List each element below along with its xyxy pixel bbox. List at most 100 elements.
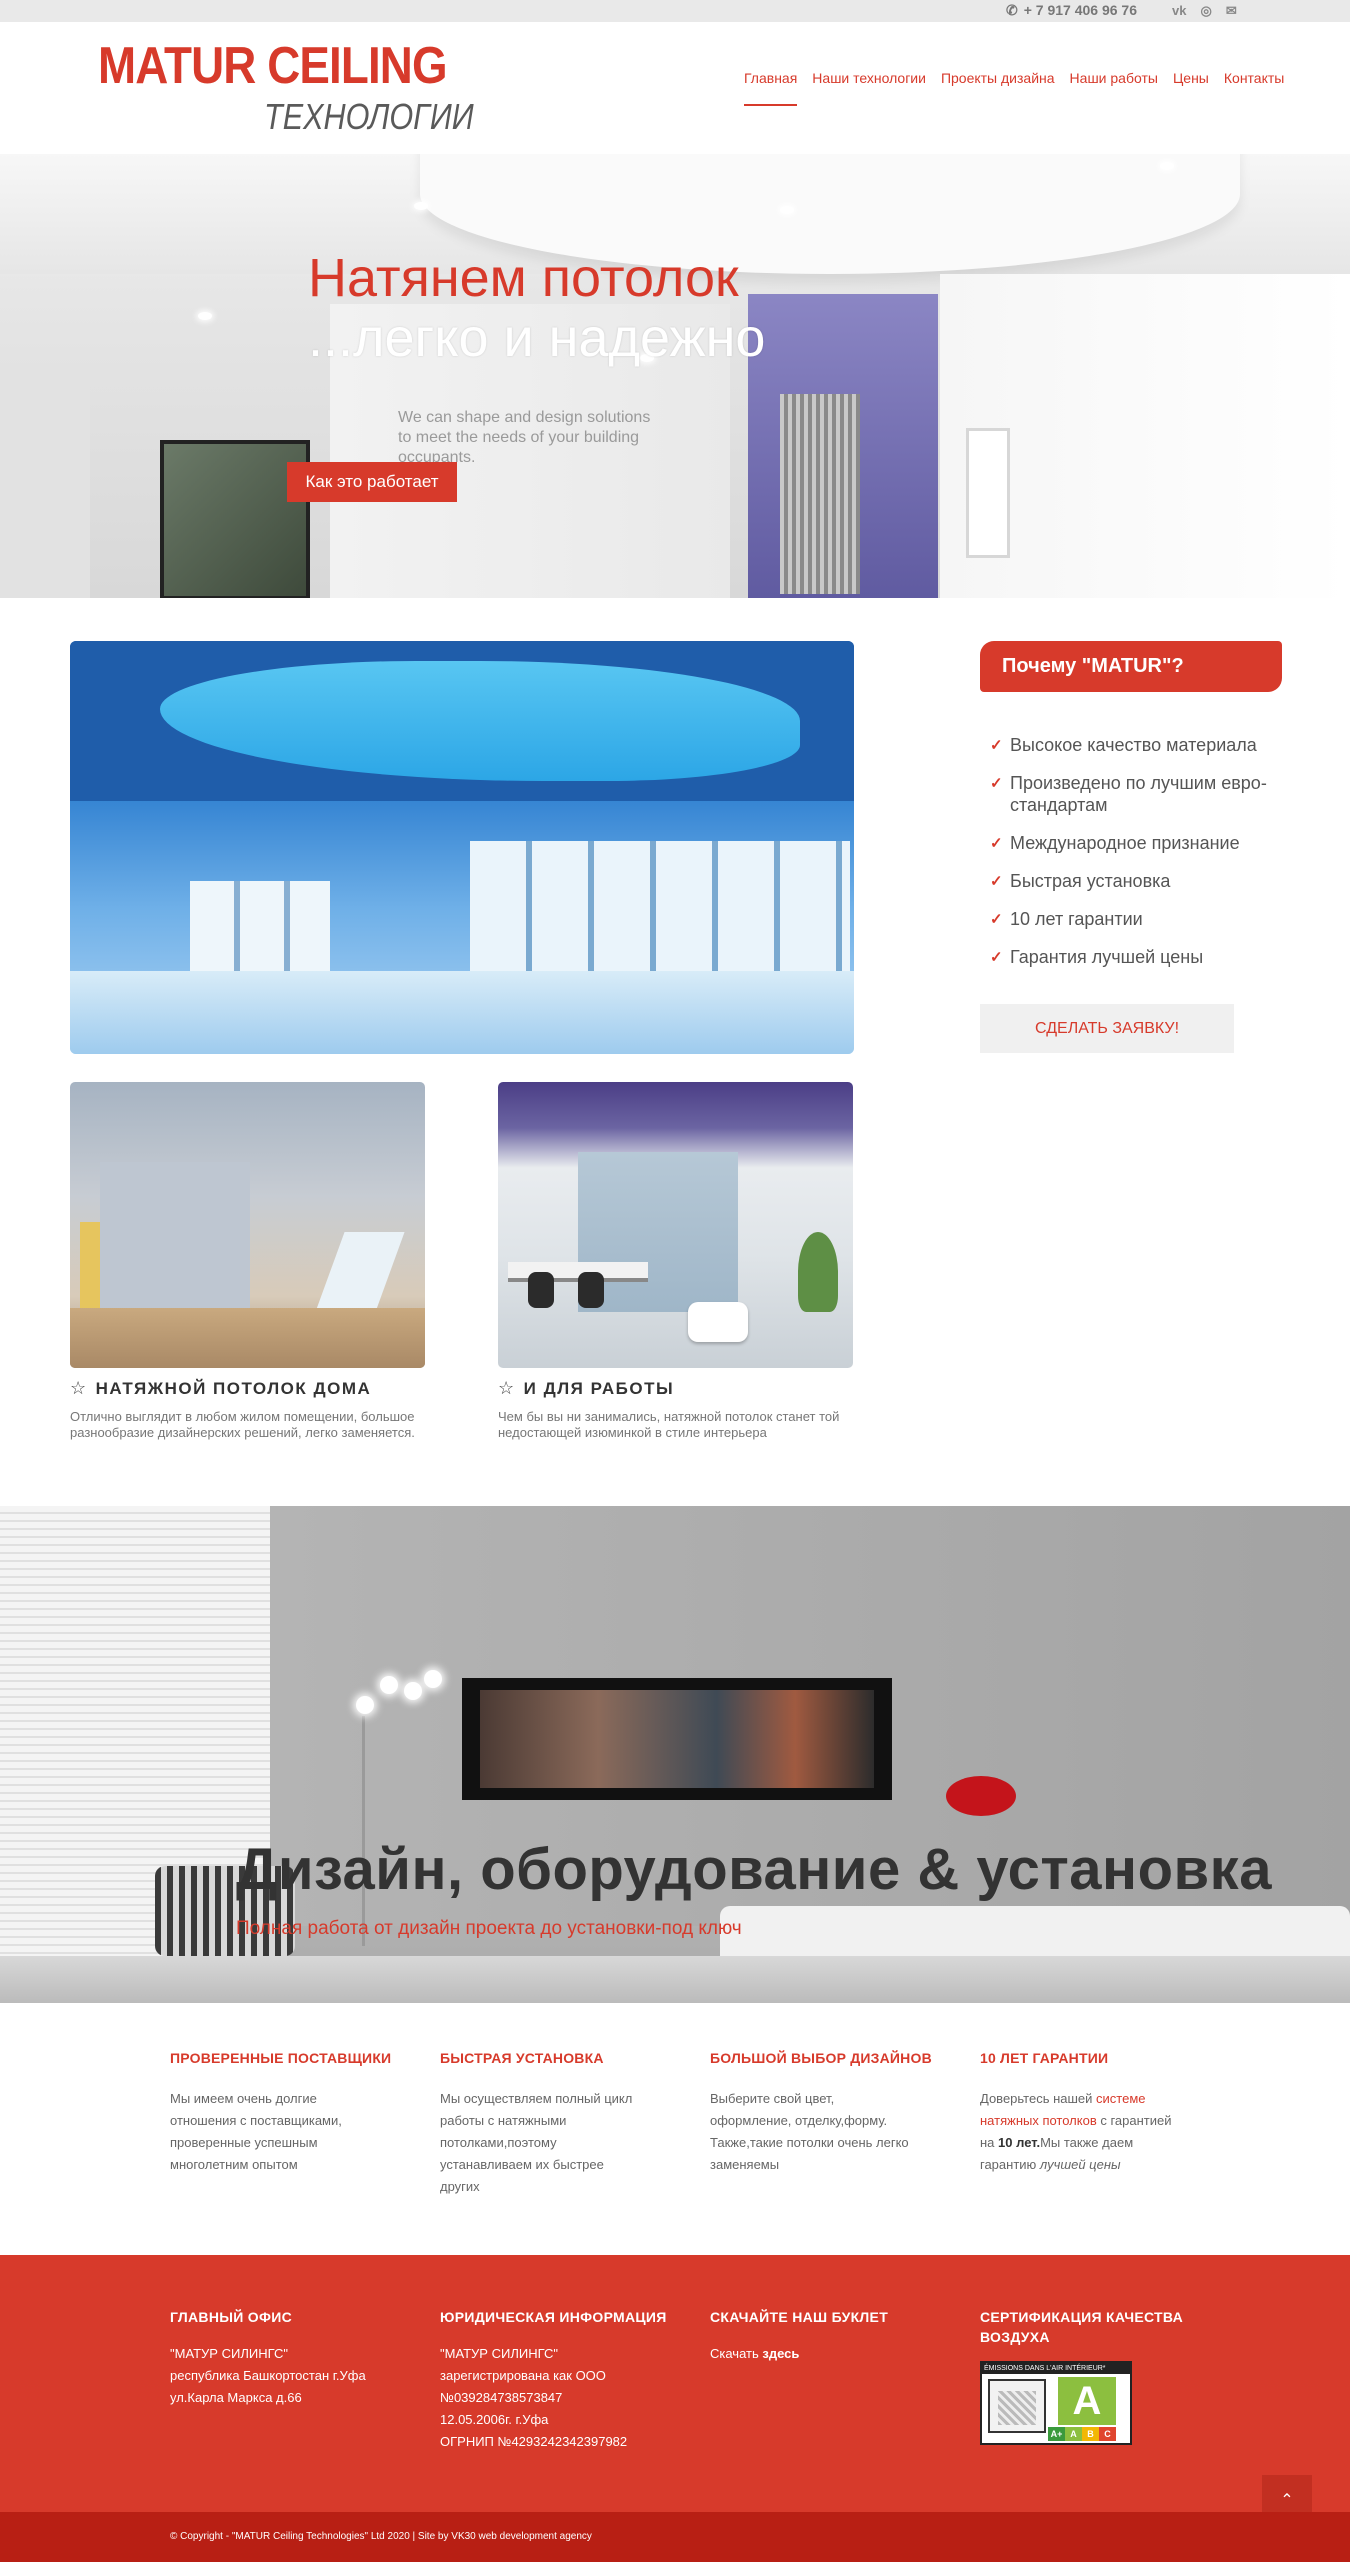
download-booklet-link[interactable]: здесь xyxy=(762,2346,799,2361)
phone-text: + 7 917 406 96 76 xyxy=(1023,2,1138,18)
instagram-icon[interactable]: ◎ xyxy=(1200,3,1211,19)
card-title[interactable]: ☆ И ДЛЯ РАБОТЫ xyxy=(498,1378,853,1399)
image-niche xyxy=(80,1222,100,1312)
chevron-up-icon: ⌃ xyxy=(1280,2492,1294,2509)
footer-line: зарегистрирована как ООО xyxy=(440,2368,606,2383)
feature-text-italic: лучшей цены xyxy=(1039,2157,1121,2172)
feature-warranty: 10 ЛЕТ ГАРАНТИИ Доверьтесь нашей системе… xyxy=(980,2050,1180,2176)
feature-text-bold: 10 лет. xyxy=(998,2135,1041,2150)
banner-painting-canvas xyxy=(480,1690,874,1788)
order-button[interactable]: СДЕЛАТЬ ЗАЯВКУ! xyxy=(980,1004,1234,1053)
image-seat xyxy=(688,1302,748,1342)
image-skylight xyxy=(315,1232,405,1312)
card-title-text: И ДЛЯ РАБОТЫ xyxy=(523,1378,675,1398)
nav-item-our-works[interactable]: Наши работы xyxy=(1070,70,1158,106)
hero-lamp xyxy=(414,202,428,210)
office-interior-image[interactable] xyxy=(498,1082,853,1368)
list-item: ✓ Международное признание xyxy=(990,832,1290,854)
hero-lamp xyxy=(198,312,212,320)
list-item: ✓ 10 лет гарантии xyxy=(990,908,1290,930)
footer-line: 12.05.2006г. г.Уфа xyxy=(440,2412,549,2427)
card-title[interactable]: ☆ НАТЯЖНОЙ ПОТОЛОК ДОМА xyxy=(70,1378,425,1399)
card-description: Чем бы вы ни занимались, натяжной потоло… xyxy=(498,1409,840,1440)
list-item: ✓ Гарантия лучшей цены xyxy=(990,946,1290,968)
footer-booklet: СКАЧАЙТЕ НАШ БУКЛЕТ Скачать здесь xyxy=(710,2307,946,2365)
badge-scale-item: A xyxy=(1065,2427,1082,2441)
check-icon: ✓ xyxy=(990,911,1003,928)
pool-ceiling-image xyxy=(70,641,854,1054)
banner-painting xyxy=(462,1678,892,1800)
footer-heading: ГЛАВНЫЙ ОФИС xyxy=(170,2309,293,2325)
site-footer: ГЛАВНЫЙ ОФИС "МАТУР СИЛИНГС" республика … xyxy=(0,2255,1350,2512)
nav-item-prices[interactable]: Цены xyxy=(1173,70,1209,106)
list-item-text: Гарантия лучшей цены xyxy=(1010,947,1204,967)
hero-radiator xyxy=(780,394,860,594)
feature-text: Мы осуществляем полный цикл работы с нат… xyxy=(440,2091,633,2194)
site-header: MATUR CEILING ТЕХНОЛОГИИ Главная Наши те… xyxy=(0,22,1350,154)
feature-suppliers: ПРОВЕРЕННЫЕ ПОСТАВЩИКИ Мы имеем очень до… xyxy=(170,2050,392,2176)
list-item-text: Произведено по лучшим евро-стандартам xyxy=(1010,773,1267,815)
hero-glass-text-line: We can shape and design solutions xyxy=(398,409,651,426)
badge-scale-item: A+ xyxy=(1048,2427,1065,2441)
image-wall xyxy=(100,1162,250,1322)
phone-icon: ✆ xyxy=(1006,2,1018,18)
hero-glass-text-line: to meet the needs of your building xyxy=(398,429,640,446)
footer-heading: СЕРТИФИКАЦИЯ КАЧЕСТВА ВОЗДУХА xyxy=(980,2309,1184,2345)
footer-heading: ЮРИДИЧЕСКАЯ ИНФОРМАЦИЯ xyxy=(440,2309,667,2325)
footer-line: №039284738573847 xyxy=(440,2390,563,2405)
hero-slider: We can shape and design solutions to mee… xyxy=(0,154,1350,598)
feature-title: ПРОВЕРЕННЫЕ ПОСТАВЩИКИ xyxy=(170,2050,392,2066)
hero-lamp xyxy=(1160,162,1174,170)
pool-water xyxy=(70,971,854,1054)
why-matur-list: ✓ Высокое качество материала ✓ Произведено… xyxy=(990,734,1290,984)
banner-subtitle: Полная работа от дизайн проекта до устан… xyxy=(236,1918,742,1939)
feature-text: Выберите свой цвет, оформление, отделку,… xyxy=(710,2091,909,2172)
design-banner: Дизайн, оборудование & установка Полная … xyxy=(0,1506,1350,2003)
banner-lamp-orb xyxy=(424,1670,442,1688)
banner-lamp-orb xyxy=(404,1682,422,1700)
image-plant xyxy=(798,1232,838,1312)
copyright-text: © Copyright - "MATUR Ceiling Technologie… xyxy=(170,2531,592,2542)
social-links: vk ◎ ✉ xyxy=(1172,3,1237,19)
footer-text: Скачать здесь xyxy=(710,2343,946,2365)
logo[interactable]: MATUR CEILING ТЕХНОЛОГИИ xyxy=(98,36,474,156)
hero-door xyxy=(966,428,1010,558)
footer-line: "МАТУР СИЛИНГС" xyxy=(170,2346,289,2361)
nav-item-technologies[interactable]: Наши технологии xyxy=(812,70,926,106)
check-icon: ✓ xyxy=(990,873,1003,890)
badge-scale: A+ A B C xyxy=(1048,2427,1116,2441)
air-quality-badge: ÉMISSIONS DANS L'AIR INTÉRIEUR* A A+ A B… xyxy=(980,2361,1132,2445)
hero-subtitle: ...легко и надежно xyxy=(308,308,766,368)
feature-title: БОЛЬШОЙ ВЫБОР ДИЗАЙНОВ xyxy=(710,2050,932,2066)
image-floor xyxy=(70,1308,425,1368)
hero-left-wall xyxy=(0,364,90,598)
list-item-text: 10 лет гарантии xyxy=(1010,909,1143,929)
list-item: ✓ Произведено по лучшим евро-стандартам xyxy=(990,772,1290,816)
banner-lamp-orb xyxy=(380,1676,398,1694)
why-matur-heading: Почему "MATUR"? xyxy=(980,641,1282,692)
badge-scale-item: C xyxy=(1099,2427,1116,2441)
feature-title: 10 ЛЕТ ГАРАНТИИ xyxy=(980,2050,1109,2066)
card-description: Отлично выглядит в любом жилом помещении… xyxy=(70,1409,415,1440)
feature-text: Мы имеем очень долгие отношения с постав… xyxy=(170,2091,342,2172)
nav-item-contacts[interactable]: Контакты xyxy=(1224,70,1284,106)
feature-text: Доверьтесь нашей системе натяжных потолк… xyxy=(980,2088,1180,2176)
hero-lamp xyxy=(780,206,794,214)
footer-certification: СЕРТИФИКАЦИЯ КАЧЕСТВА ВОЗДУХА xyxy=(980,2307,1216,2347)
list-item-text: Международное признание xyxy=(1010,833,1240,853)
vk-icon[interactable]: vk xyxy=(1172,3,1186,19)
feature-fast-install: БЫСТРАЯ УСТАНОВКА Мы осуществляем полный… xyxy=(440,2050,640,2198)
logo-main-text: MATUR CEILING xyxy=(98,37,448,95)
footer-line: республика Башкортостан г.Уфа xyxy=(170,2368,366,2383)
footer-line: ОГРНИП №4293242342397982 xyxy=(440,2434,628,2449)
star-icon: ☆ xyxy=(498,1378,516,1398)
main-nav: Главная Наши технологии Проекты дизайна … xyxy=(744,70,1284,106)
nav-item-design-projects[interactable]: Проекты дизайна xyxy=(941,70,1055,106)
how-it-works-button[interactable]: Как это работает xyxy=(287,462,457,502)
nav-item-home[interactable]: Главная xyxy=(744,70,798,106)
phone-number[interactable]: ✆ + 7 917 406 96 76 xyxy=(1006,2,1137,19)
home-interior-image[interactable] xyxy=(70,1082,425,1368)
mail-icon[interactable]: ✉ xyxy=(1226,3,1237,19)
footer-text: "МАТУР СИЛИНГС" зарегистрирована как ООО… xyxy=(440,2343,676,2453)
banner-floor xyxy=(0,1956,1350,2003)
